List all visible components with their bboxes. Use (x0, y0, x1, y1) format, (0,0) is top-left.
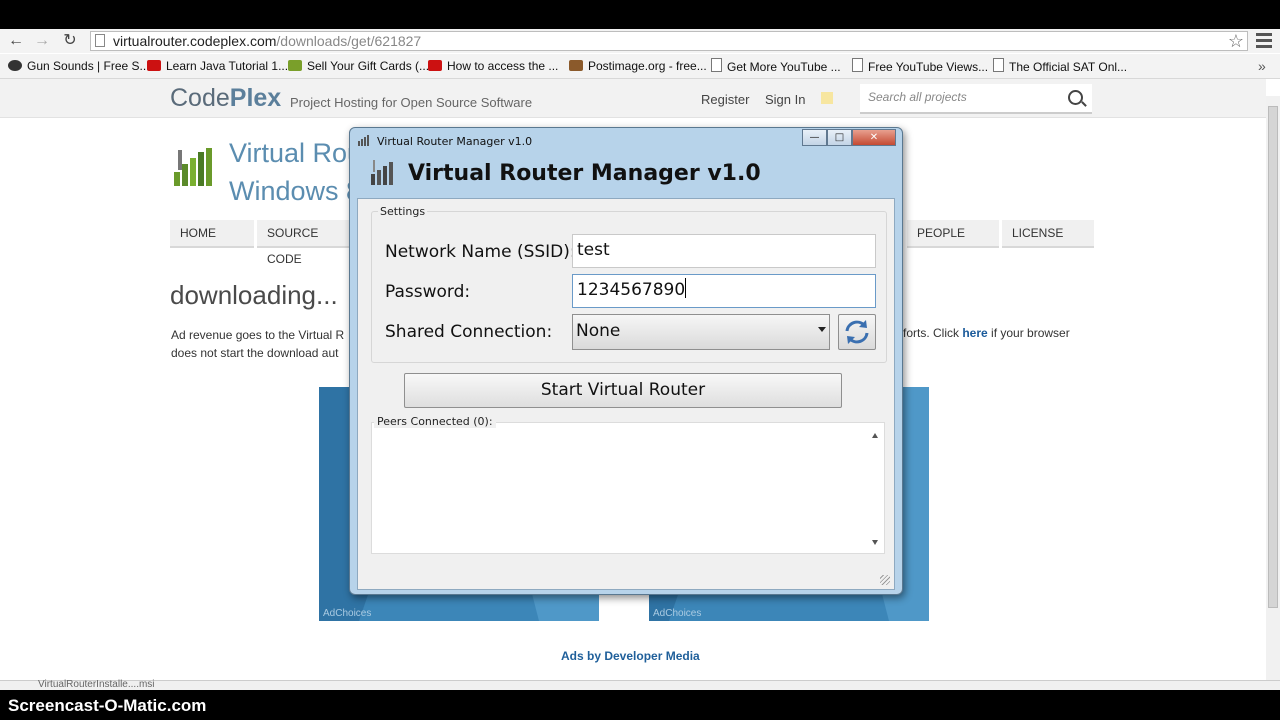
forward-arrow-icon[interactable]: → (32, 31, 52, 51)
here-link[interactable]: here (962, 326, 987, 340)
postimage-icon (569, 60, 583, 71)
bookmark-item[interactable]: Sell Your Gift Cards (... (288, 58, 429, 74)
ad-revenue-text-right: forts. Click here if your browser (903, 326, 1070, 340)
close-button[interactable]: ✕ (852, 129, 896, 146)
dialog-body: Settings Network Name (SSID): test Passw… (357, 198, 895, 590)
resize-grip-icon[interactable] (880, 575, 890, 585)
peers-connected-label: Peers Connected (0): (374, 415, 496, 428)
adchoices-label[interactable]: AdChoices (653, 608, 701, 619)
url-path: /downloads/get/621827 (276, 33, 422, 49)
menu-icon[interactable] (1256, 33, 1272, 49)
page-scrollbar[interactable] (1266, 96, 1280, 680)
router-logo-icon (174, 148, 212, 186)
tab-license[interactable]: LICENSE (1002, 220, 1094, 248)
tab-people[interactable]: PEOPLE (907, 220, 999, 248)
recording-top-bar (0, 0, 1280, 29)
window-title: Virtual Router Manager v1.0 (377, 135, 533, 148)
password-label: Password: (385, 282, 471, 302)
bookmarks-bar: Gun Sounds | Free S... Learn Java Tutori… (0, 54, 1280, 79)
page-icon (711, 58, 722, 72)
ssid-label: Network Name (SSID): (385, 242, 576, 262)
youtube-icon (147, 60, 161, 71)
search-placeholder: Search all projects (868, 90, 967, 104)
search-icon[interactable] (1068, 90, 1083, 105)
bookmark-item[interactable]: Learn Java Tutorial 1... (147, 58, 288, 74)
refresh-connections-button[interactable] (838, 314, 876, 350)
tab-source-code[interactable]: SOURCE CODE (257, 220, 349, 266)
peers-list[interactable] (371, 422, 885, 554)
ads-by-link[interactable]: Ads by Developer Media (561, 649, 700, 663)
shared-connection-dropdown[interactable]: None (572, 314, 830, 350)
register-link[interactable]: Register (701, 92, 749, 107)
downloading-heading: downloading... (170, 280, 338, 310)
address-bar[interactable]: virtualrouter.codeplex.com/downloads/get… (90, 31, 1248, 51)
maximize-button[interactable]: □ (827, 129, 852, 146)
url-host: virtualrouter.codeplex.com (113, 33, 277, 49)
bookmark-item[interactable]: How to access the ... (428, 58, 558, 74)
dialog-heading: Virtual Router Manager v1.0 (408, 161, 761, 186)
settings-group-label: Settings (378, 205, 428, 218)
bookmark-item[interactable]: The Official SAT Onl... (993, 58, 1127, 74)
text-cursor (685, 278, 687, 298)
bookmark-item[interactable]: Get More YouTube ... (711, 58, 841, 74)
rss-icon[interactable] (821, 92, 833, 104)
search-input[interactable]: Search all projects (860, 84, 1092, 114)
ad-revenue-text: Ad revenue goes to the Virtual R does no… (171, 328, 345, 360)
download-filename[interactable]: VirtualRouterInstalle....msi (38, 679, 155, 690)
watermark-bar: Screencast-O-Matic.com (0, 690, 1280, 720)
gun-icon (8, 60, 22, 71)
giftcard-icon (288, 60, 302, 71)
app-icon (358, 135, 369, 146)
scroll-down-icon[interactable] (872, 540, 878, 545)
password-field[interactable]: 1234567890 (572, 274, 876, 308)
youtube-icon (428, 60, 442, 71)
bookmark-item[interactable]: Free YouTube Views... (852, 58, 988, 74)
tab-home[interactable]: HOME (170, 220, 254, 248)
sign-in-link[interactable]: Sign In (765, 92, 805, 107)
minimize-button[interactable]: — (802, 129, 827, 146)
router-icon (371, 160, 393, 185)
project-title: Virtual Rou Windows 8 (229, 138, 363, 206)
shared-connection-label: Shared Connection: (385, 322, 553, 342)
bookmark-item[interactable]: Gun Sounds | Free S... (8, 58, 150, 74)
screen: ← → ↻ virtualrouter.codeplex.com/downloa… (0, 0, 1280, 720)
bookmark-item[interactable]: Postimage.org - free... (569, 58, 707, 74)
page-icon (993, 58, 1004, 72)
page-icon (852, 58, 863, 72)
scroll-up-icon[interactable] (872, 433, 878, 438)
scrollbar-thumb[interactable] (1268, 106, 1278, 608)
ssid-field[interactable]: test (572, 234, 876, 268)
adchoices-label[interactable]: AdChoices (323, 608, 371, 619)
reload-icon[interactable]: ↻ (60, 31, 80, 51)
virtual-router-dialog: Virtual Router Manager v1.0 — □ ✕ Virtua… (349, 127, 903, 595)
refresh-icon (845, 320, 869, 344)
bookmarks-overflow-icon[interactable]: » (1258, 58, 1266, 74)
start-virtual-router-button[interactable]: Start Virtual Router (404, 373, 842, 408)
site-tagline: Project Hosting for Open Source Software (290, 95, 533, 110)
codeplex-logo[interactable]: CodePlex (170, 84, 281, 113)
back-arrow-icon[interactable]: ← (6, 31, 26, 51)
page-icon (95, 34, 105, 47)
watermark-text: Screencast-O-Matic.com (8, 696, 207, 715)
bookmark-star-icon[interactable]: ☆ (1226, 31, 1246, 51)
chevron-down-icon (818, 327, 826, 332)
